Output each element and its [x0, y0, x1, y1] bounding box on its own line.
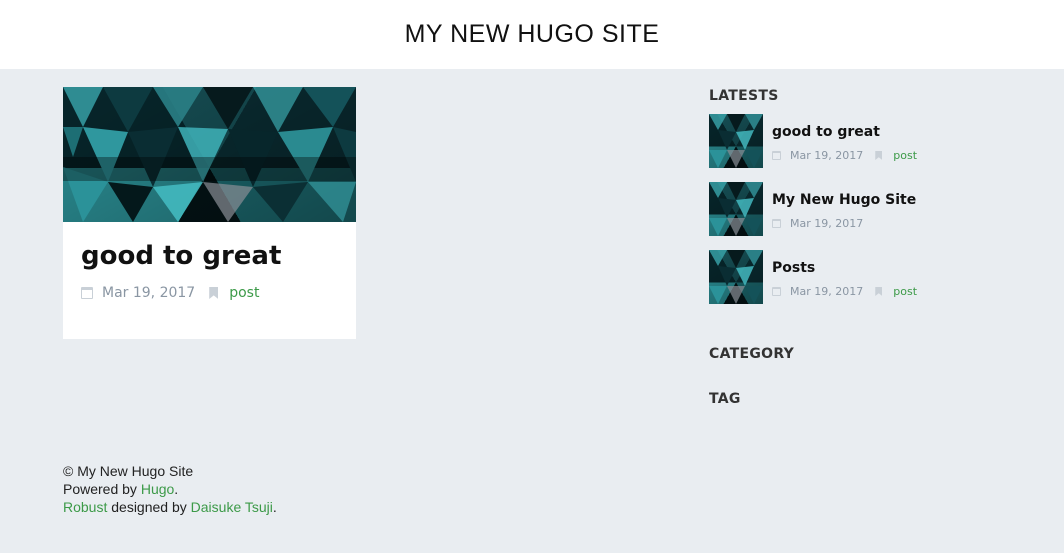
- site-header: MY NEW HUGO SITE: [0, 0, 1064, 69]
- calendar-icon: [772, 219, 781, 228]
- bookmark-icon: [209, 287, 219, 299]
- latest-date: Mar 19, 2017: [790, 149, 864, 162]
- latest-meta: Mar 19, 2017 post: [772, 149, 917, 162]
- latest-meta: Mar 19, 2017: [772, 217, 863, 230]
- tag-heading: TAG: [709, 391, 741, 407]
- latest-date: Mar 19, 2017: [790, 217, 864, 230]
- latest-date: Mar 19, 2017: [790, 285, 864, 298]
- footer-theme-line: Robust designed by Daisuke Tsuji.: [63, 498, 277, 516]
- latest-item[interactable]: Posts Mar 19, 2017 post: [709, 250, 1009, 304]
- latest-thumbnail[interactable]: [709, 182, 763, 236]
- post-card[interactable]: good to great Mar 19, 2017 post: [63, 87, 356, 339]
- bookmark-icon: [875, 151, 883, 160]
- latest-category-link[interactable]: post: [893, 149, 917, 162]
- post-thumbnail[interactable]: [63, 87, 356, 222]
- post-category-link[interactable]: post: [229, 285, 259, 301]
- post-title[interactable]: good to great: [81, 241, 281, 271]
- post-meta: Mar 19, 2017 post: [81, 285, 259, 301]
- latest-title[interactable]: My New Hugo Site: [772, 192, 916, 208]
- calendar-icon: [81, 287, 93, 299]
- latest-thumbnail[interactable]: [709, 114, 763, 168]
- footer-powered-prefix: Powered by: [63, 481, 141, 497]
- latest-meta: Mar 19, 2017 post: [772, 285, 917, 298]
- footer-author-suffix: .: [272, 499, 277, 515]
- latest-category-link[interactable]: post: [893, 285, 917, 298]
- latests-heading: LATESTS: [709, 88, 779, 104]
- hugo-link[interactable]: Hugo: [141, 481, 174, 497]
- latest-title[interactable]: Posts: [772, 260, 815, 276]
- category-heading: CATEGORY: [709, 346, 795, 362]
- latest-item[interactable]: good to great Mar 19, 2017 post: [709, 114, 1009, 168]
- footer-copyright: © My New Hugo Site: [63, 463, 194, 479]
- post-date: Mar 19, 2017: [102, 285, 196, 301]
- footer-powered-suffix: .: [174, 481, 179, 497]
- site-footer: © My New Hugo Site Powered by Hugo. Robu…: [63, 462, 277, 516]
- calendar-icon: [772, 287, 781, 296]
- latest-item[interactable]: My New Hugo Site Mar 19, 2017: [709, 182, 1009, 236]
- latest-thumbnail[interactable]: [709, 250, 763, 304]
- site-title[interactable]: MY NEW HUGO SITE: [405, 20, 660, 49]
- latest-title[interactable]: good to great: [772, 124, 880, 140]
- robust-theme-link[interactable]: Robust: [63, 499, 107, 515]
- footer-powered-line: Powered by Hugo.: [63, 480, 277, 498]
- author-link[interactable]: Daisuke Tsuji: [191, 499, 273, 515]
- bookmark-icon: [875, 287, 883, 296]
- footer-designed-by: designed by: [107, 499, 191, 515]
- calendar-icon: [772, 151, 781, 160]
